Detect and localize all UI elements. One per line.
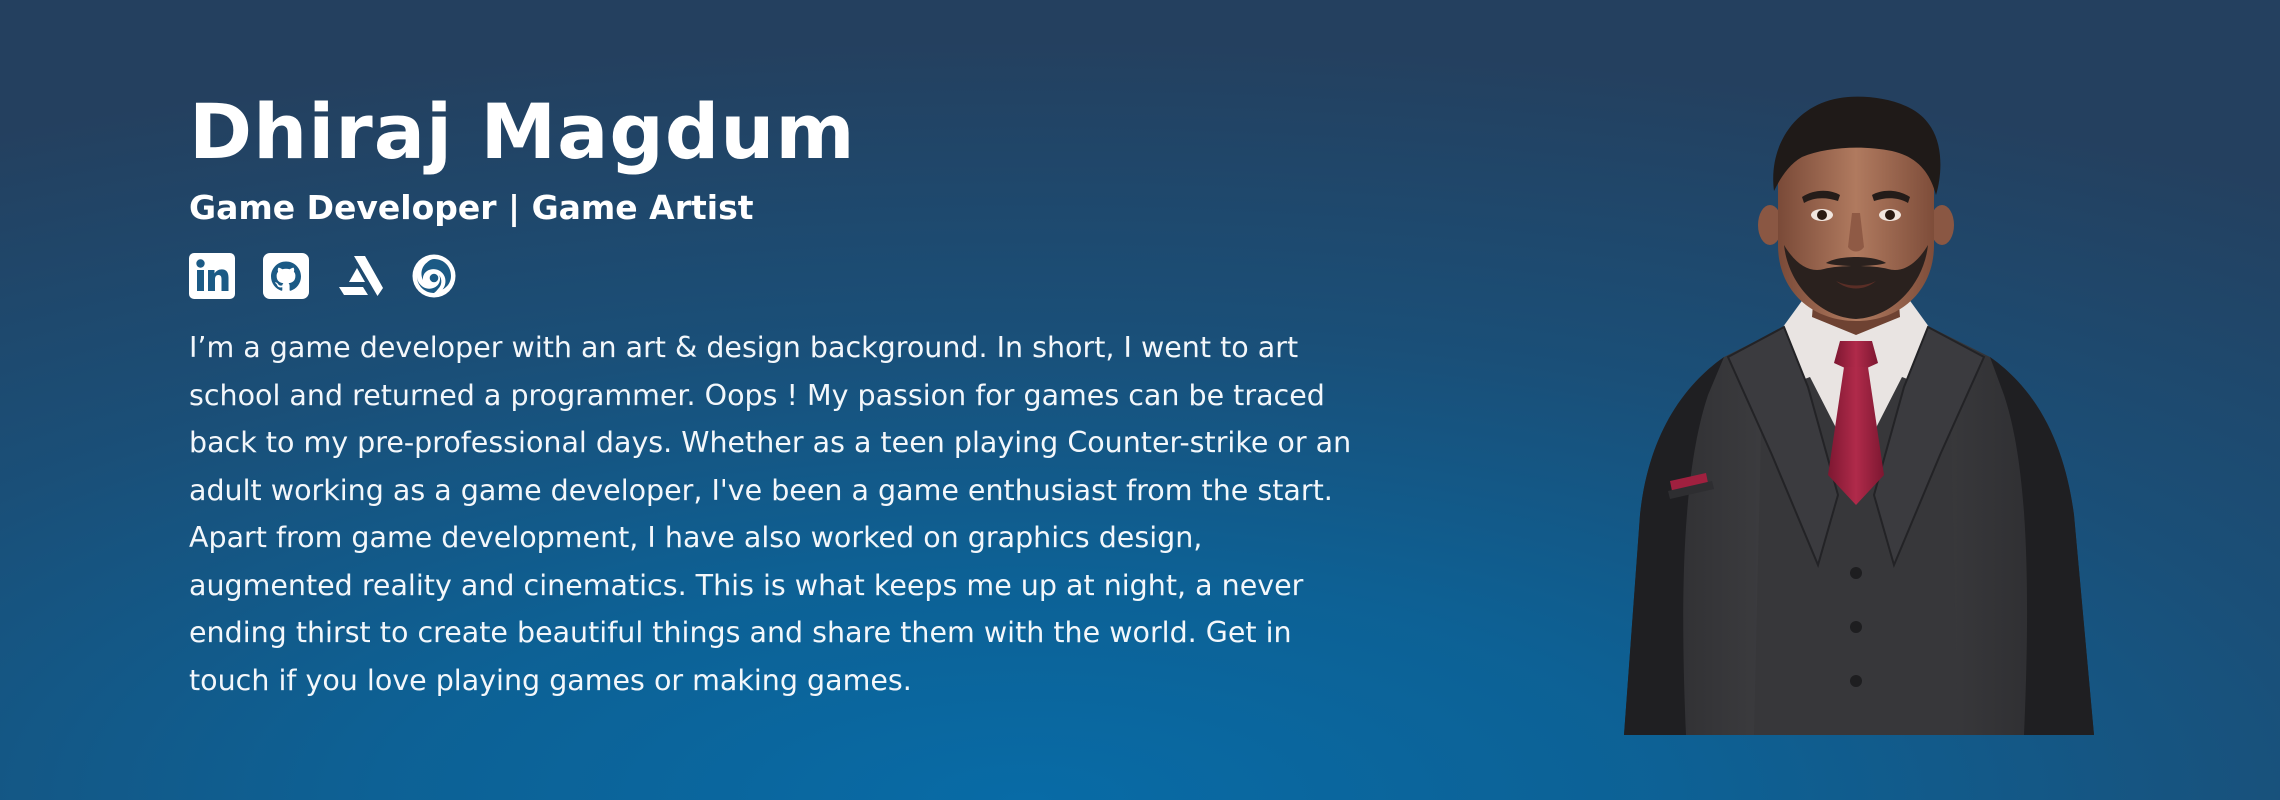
- bio-paragraph: I’m a game developer with an art & desig…: [189, 331, 1352, 697]
- social-links: [189, 252, 1369, 300]
- tagline: Game Developer | Game Artist: [189, 188, 754, 227]
- artstation-link[interactable]: [337, 253, 383, 299]
- github-link[interactable]: [263, 253, 309, 299]
- swirl-link[interactable]: [411, 253, 457, 299]
- artstation-icon: [339, 256, 383, 296]
- github-icon: [263, 253, 309, 299]
- linkedin-icon: [189, 253, 235, 299]
- intro-block: Dhiraj Magdum Game Developer | Game Arti…: [189, 84, 1369, 704]
- name-heading: Dhiraj Magdum: [189, 87, 856, 176]
- linkedin-link[interactable]: [189, 253, 235, 299]
- avatar-illustration: [1624, 96, 2094, 735]
- hero-section: Dhiraj Magdum Game Developer | Game Arti…: [0, 0, 2280, 800]
- avatar-3d-character: [1612, 95, 2098, 735]
- swirl-portfolio-icon: [412, 254, 456, 298]
